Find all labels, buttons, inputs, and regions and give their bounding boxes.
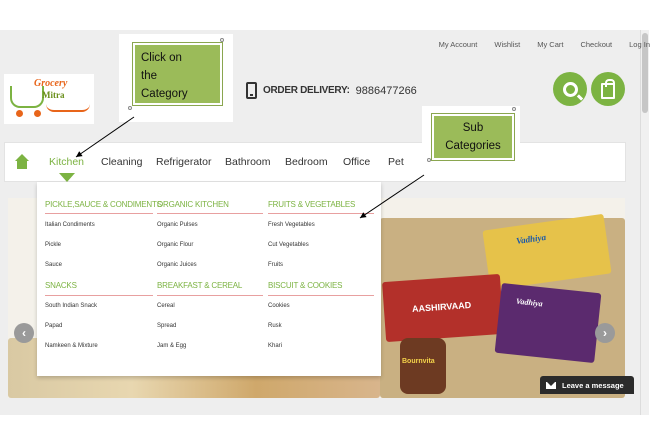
leave-message-label: Leave a message: [562, 380, 624, 390]
leave-message-widget[interactable]: Leave a message: [540, 376, 634, 394]
arrow-to-subcategories: [359, 174, 425, 219]
envelope-icon: [546, 381, 556, 389]
arrow-to-category: [75, 116, 135, 158]
